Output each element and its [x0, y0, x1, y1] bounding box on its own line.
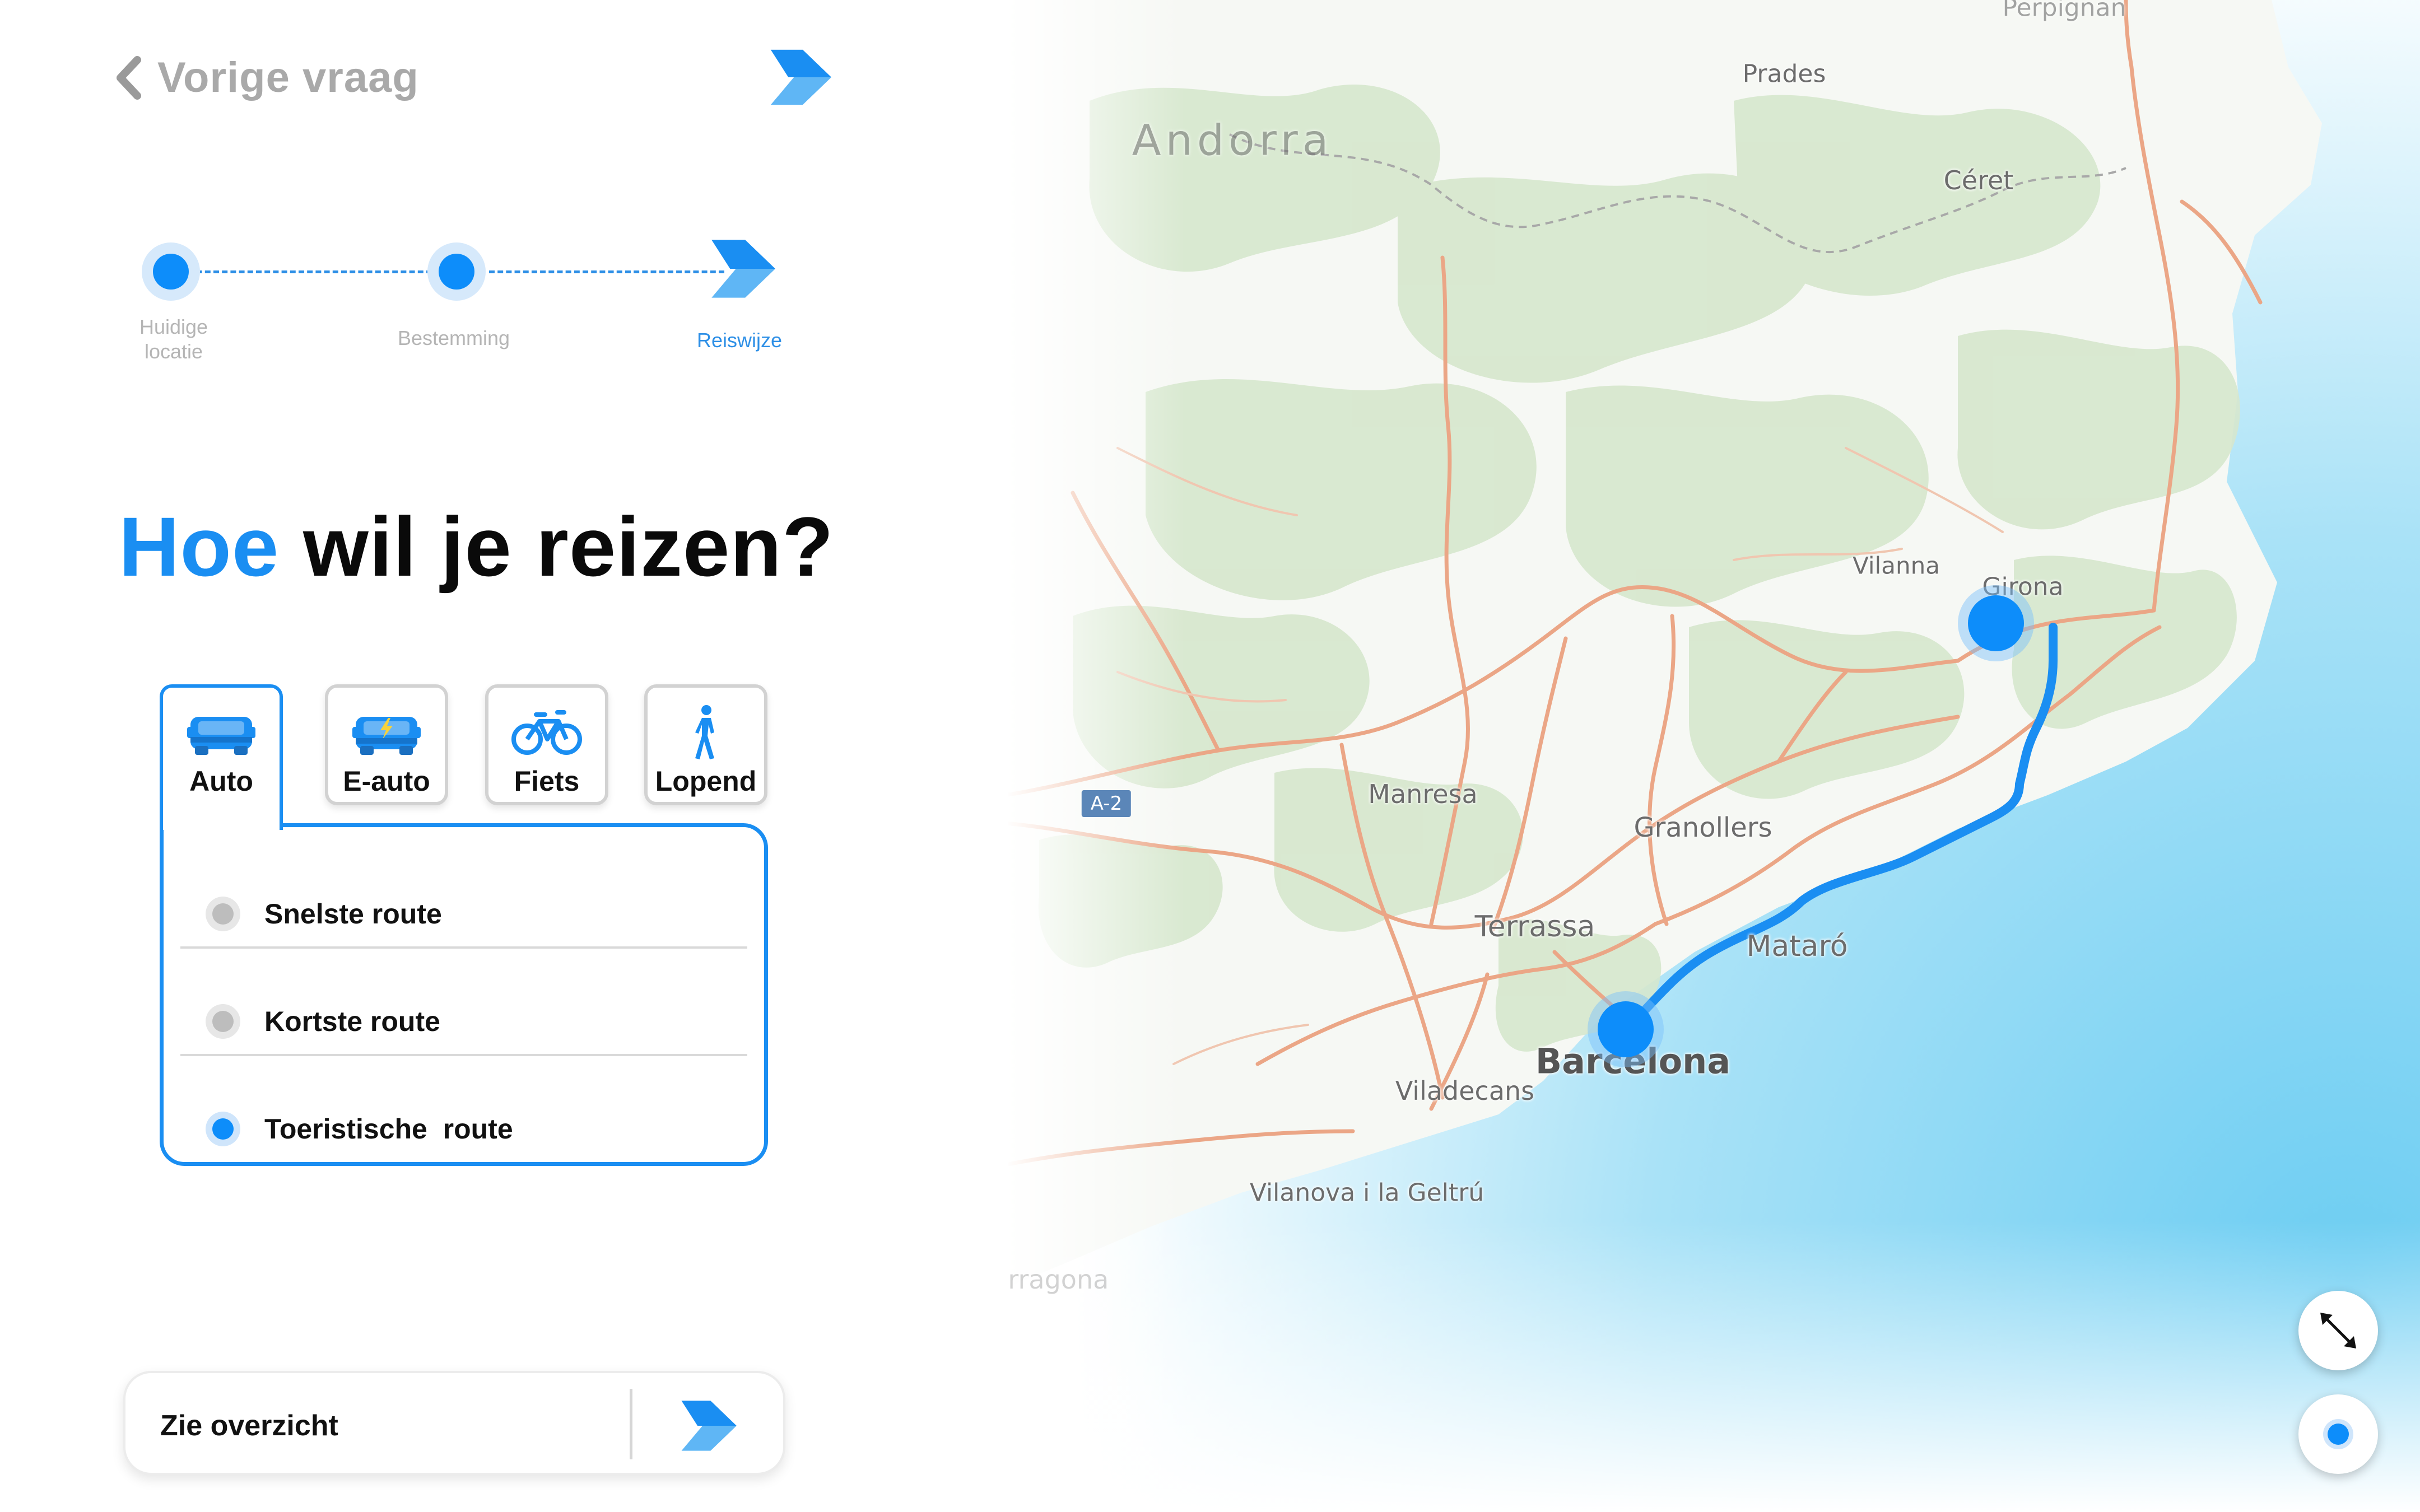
route-option-fastest[interactable]: Snelste route [164, 861, 764, 967]
map-label-prades: Prades [1742, 59, 1826, 88]
page-title-accent: Hoe [119, 500, 280, 594]
map-label-perpignan: Perpignan [2002, 0, 2126, 22]
page-title-rest: wil je reizen? [303, 500, 834, 594]
map-label-andorra: Andorra [1132, 115, 1333, 165]
walking-icon [695, 705, 714, 759]
expand-icon [2320, 1313, 2356, 1348]
page-title: Hoe wil je reizen? [119, 498, 834, 595]
overview-bar[interactable]: Zie overzicht [123, 1371, 785, 1475]
route-option-label: Toeristische route [264, 1113, 513, 1145]
divider [180, 946, 747, 949]
map-label-viladecans: Viladecans [1395, 1076, 1535, 1106]
step-dot-destination [427, 242, 486, 301]
map-label-tarragona: Tarragona [1006, 1264, 1109, 1295]
tab-fiets[interactable]: Fiets [485, 684, 608, 805]
radio-button[interactable] [206, 1004, 240, 1039]
tab-auto[interactable]: Auto [160, 684, 283, 830]
map-label-vilanova: Vilanova i la Geltrú [1249, 1178, 1484, 1207]
tab-auto-label: Auto [189, 766, 253, 797]
route-option-scenic[interactable]: Toeristische route [164, 1076, 764, 1182]
app-logo-icon [770, 49, 832, 105]
tab-lopend-label: Lopend [655, 766, 757, 797]
back-button[interactable]: Vorige vraag [115, 53, 419, 102]
radio-button[interactable] [206, 897, 240, 931]
step-connector [171, 270, 432, 273]
expand-map-button[interactable] [2298, 1291, 2378, 1370]
tab-lopend[interactable]: Lopend [644, 684, 767, 805]
map-label-vilanna: Vilanna [1853, 552, 1940, 580]
step-active-logo-icon [711, 240, 775, 298]
tab-fiets-label: Fiets [514, 766, 580, 797]
map-canvas [1006, 0, 2420, 1512]
step-label-travel-mode: Reiswijze [696, 329, 783, 352]
bicycle-icon [511, 710, 582, 755]
my-location-button[interactable] [2298, 1394, 2378, 1474]
overview-label: Zie overzicht [160, 1410, 338, 1442]
radio-button[interactable] [206, 1112, 240, 1146]
route-option-label: Snelste route [264, 898, 442, 930]
travel-question-panel: Vorige vraag Huidige locatie Bestemming … [0, 0, 1008, 1512]
back-label: Vorige vraag [157, 54, 419, 101]
progress-stepper: Huidige locatie Bestemming Reiswijze [0, 224, 840, 370]
tab-e-auto-label: E-auto [343, 766, 430, 797]
step-label-current-location: Huidige locatie [139, 315, 208, 363]
map-label-mataro: Mataró [1746, 930, 1848, 963]
location-dot-icon [2323, 1419, 2353, 1449]
divider [180, 1054, 747, 1056]
map-label-granollers: Granollers [1634, 812, 1772, 843]
route-options-panel: Snelste route Kortste route Toeristische… [160, 823, 768, 1166]
go-arrow-icon[interactable] [677, 1398, 738, 1454]
electric-car-icon [352, 717, 421, 755]
map-label-ceret: Céret [1943, 165, 2014, 195]
route-option-shortest[interactable]: Kortste route [164, 968, 764, 1075]
step-label-destination: Bestemming [397, 326, 510, 349]
car-icon [187, 717, 255, 755]
route-option-label: Kortste route [264, 1006, 440, 1037]
divider [630, 1389, 632, 1459]
start-location-pin[interactable] [1588, 991, 1664, 1067]
chevron-left-icon [117, 55, 141, 100]
destination-pin[interactable] [1958, 585, 2034, 661]
road-badge: A-2 [1081, 790, 1132, 817]
tab-e-auto[interactable]: E-auto [325, 684, 448, 805]
route-map[interactable]: Perpignan Prades Andorra Céret Vilanna G… [1006, 0, 2420, 1512]
step-dot-current-location [142, 242, 200, 301]
map-label-terrassa: Terrassa [1474, 910, 1595, 944]
map-label-manresa: Manresa [1368, 779, 1478, 809]
step-connector [489, 270, 724, 273]
